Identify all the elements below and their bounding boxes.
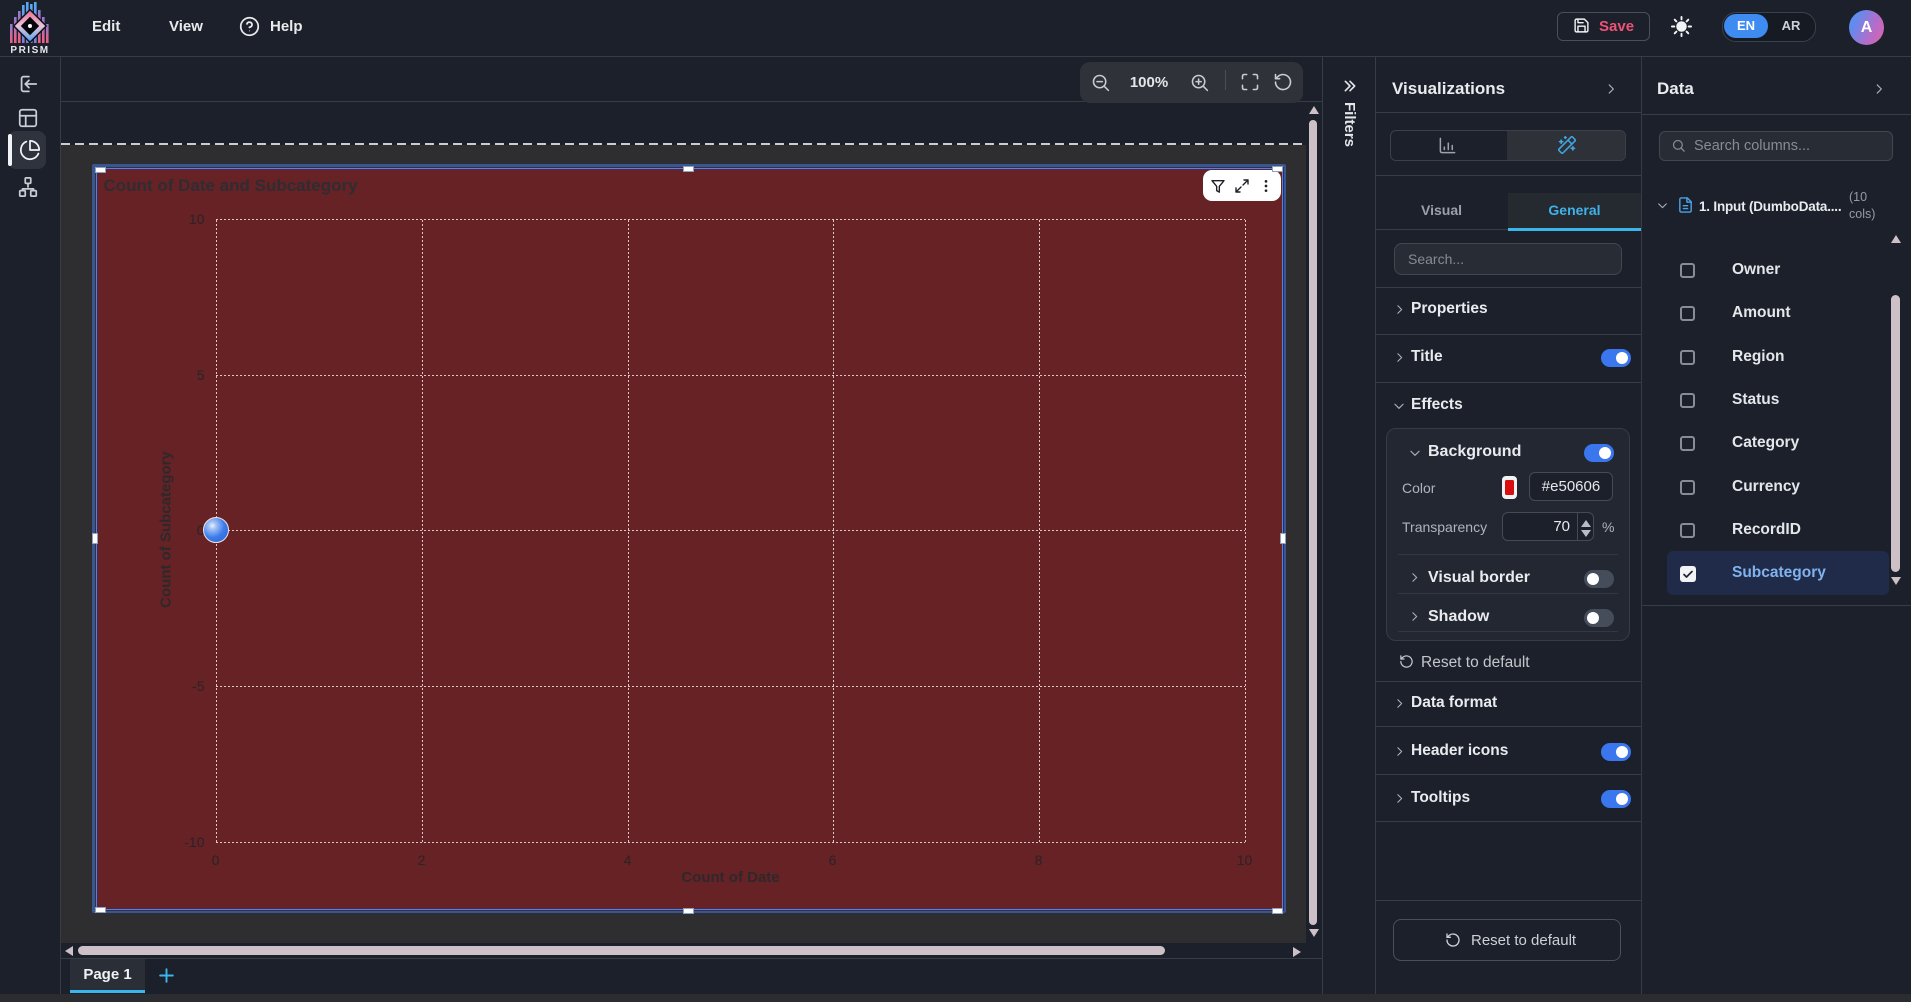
svg-text:PRISM: PRISM <box>10 45 49 55</box>
